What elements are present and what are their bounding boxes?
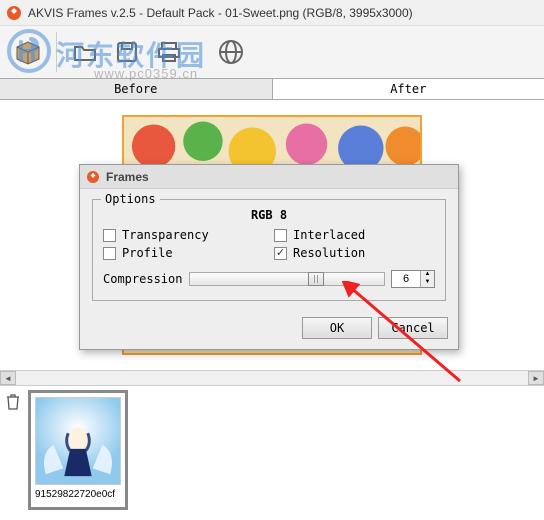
compression-input[interactable] <box>392 271 420 287</box>
compression-label: Compression <box>103 272 183 286</box>
options-fieldset: Options RGB 8 Transparency Interlaced Pr… <box>92 199 446 301</box>
box-icon[interactable] <box>10 34 46 70</box>
dialog-title: Frames <box>106 170 149 184</box>
thumbnail-image <box>35 397 121 485</box>
window-title: AKVIS Frames v.2.5 - Default Pack - 01-S… <box>28 6 413 20</box>
spin-down-icon[interactable]: ▼ <box>421 279 434 287</box>
resolution-checkbox[interactable] <box>274 247 287 260</box>
toolbar-divider <box>56 32 57 72</box>
tab-bar: Before After <box>0 78 544 100</box>
compression-slider[interactable] <box>189 272 385 286</box>
horizontal-scrollbar[interactable]: ◄ ► <box>0 370 544 386</box>
globe-icon[interactable] <box>213 34 249 70</box>
tab-after[interactable]: After <box>273 79 544 99</box>
tab-before[interactable]: Before <box>0 79 273 99</box>
profile-label: Profile <box>122 246 173 260</box>
cancel-button[interactable]: Cancel <box>378 317 448 339</box>
thumbnail-filename: 91529822720e0cf <box>35 489 121 500</box>
ok-button[interactable]: OK <box>302 317 372 339</box>
scroll-left-icon[interactable]: ◄ <box>0 371 16 385</box>
thumbnail-strip: 91529822720e0cf <box>0 386 544 514</box>
dialog-titlebar[interactable]: Frames <box>80 165 458 189</box>
transparency-label: Transparency <box>122 228 209 242</box>
transparency-checkbox[interactable] <box>103 229 116 242</box>
compression-spinner[interactable]: ▲ ▼ <box>391 270 435 288</box>
fieldset-legend: Options <box>101 192 160 206</box>
save-dialog: Frames Options RGB 8 Transparency Interl… <box>79 164 459 350</box>
dialog-icon <box>86 170 100 184</box>
interlaced-label: Interlaced <box>293 228 365 242</box>
app-icon <box>6 5 22 21</box>
save-icon[interactable] <box>109 34 145 70</box>
spin-up-icon[interactable]: ▲ <box>421 271 434 279</box>
profile-checkbox[interactable] <box>103 247 116 260</box>
format-label: RGB 8 <box>103 208 435 222</box>
title-bar: AKVIS Frames v.2.5 - Default Pack - 01-S… <box>0 0 544 26</box>
thumbnail-item[interactable]: 91529822720e0cf <box>28 390 128 510</box>
toolbar <box>0 26 544 78</box>
scroll-right-icon[interactable]: ► <box>528 371 544 385</box>
trash-icon[interactable] <box>6 394 20 510</box>
open-icon[interactable] <box>67 34 103 70</box>
scroll-track[interactable] <box>16 371 528 385</box>
resolution-label: Resolution <box>293 246 365 260</box>
print-icon[interactable] <box>151 34 187 70</box>
slider-thumb[interactable] <box>308 272 324 286</box>
interlaced-checkbox[interactable] <box>274 229 287 242</box>
